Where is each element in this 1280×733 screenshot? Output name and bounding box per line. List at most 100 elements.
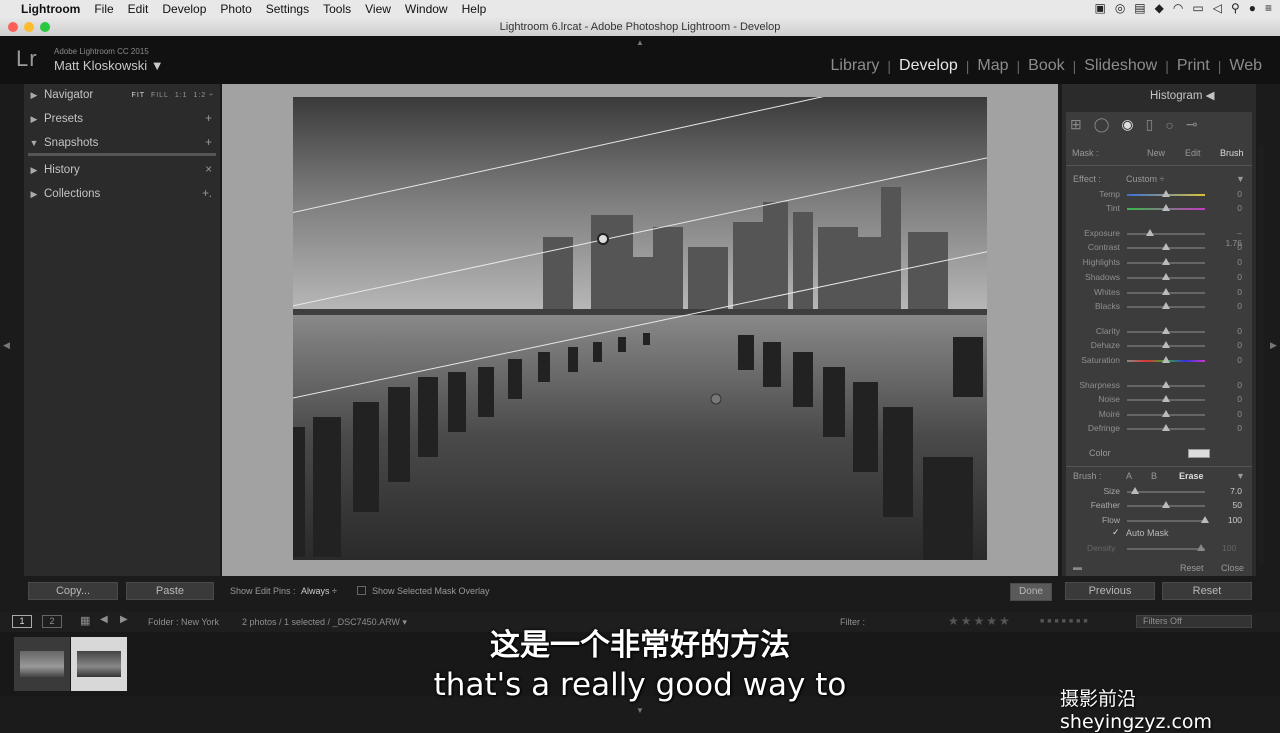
graduated-filter-tool-icon[interactable]: ▯	[1146, 116, 1154, 133]
slider-thumb-saturation[interactable]	[1162, 356, 1170, 363]
menu-view[interactable]: View	[358, 2, 398, 16]
brush-b-button[interactable]: B	[1151, 471, 1157, 481]
density-thumb[interactable]	[1197, 544, 1205, 551]
edit-pin-icon[interactable]	[597, 233, 609, 245]
right-panel-scrollbar[interactable]	[1258, 145, 1264, 565]
module-library[interactable]: Library	[823, 57, 888, 75]
effect-preset-select[interactable]: Custom ÷	[1126, 174, 1164, 184]
brush-collapse-icon[interactable]: ▼	[1236, 471, 1245, 481]
search-icon[interactable]: ⚲	[1231, 1, 1240, 15]
airplay-icon[interactable]: ▭	[1192, 1, 1203, 15]
slider-thumb-highlights[interactable]	[1162, 258, 1170, 265]
brush-thumb-feather[interactable]	[1162, 501, 1170, 508]
panel-switch-icon[interactable]: ▬	[1073, 562, 1082, 572]
slider-value-tint[interactable]: 0	[1220, 203, 1242, 213]
slider-thumb-moiré[interactable]	[1162, 410, 1170, 417]
navigator-header[interactable]: ▶ Navigator FIT FILL 1:1 1:2 ÷	[24, 84, 220, 106]
siri-icon[interactable]: ●	[1249, 1, 1256, 15]
zoom-fit[interactable]: FIT	[132, 92, 146, 99]
slider-thumb-contrast[interactable]	[1162, 243, 1170, 250]
effect-collapse-icon[interactable]: ▼	[1236, 174, 1245, 184]
brush-reset-button[interactable]: Reset	[1180, 563, 1204, 573]
histogram-header[interactable]: Histogram ◀	[1150, 88, 1214, 102]
camera-icon[interactable]: ▣	[1094, 1, 1105, 15]
previous-button[interactable]: Previous	[1065, 582, 1155, 600]
add-collection-icon[interactable]: +.	[202, 188, 212, 200]
top-panel-toggle-icon[interactable]: ▲	[636, 38, 644, 47]
brush-erase-button[interactable]: Erase	[1179, 471, 1204, 481]
slider-value-moiré[interactable]: 0	[1220, 409, 1242, 419]
slider-thumb-temp[interactable]	[1162, 190, 1170, 197]
history-header[interactable]: ▶ History ×	[24, 159, 220, 181]
done-button[interactable]: Done	[1010, 583, 1052, 601]
add-preset-icon[interactable]: +	[205, 113, 212, 125]
show-edit-pins-select[interactable]: Always ÷	[301, 586, 337, 596]
photo-preview[interactable]	[293, 97, 987, 560]
screen-icon[interactable]: ▤	[1134, 1, 1145, 15]
module-web[interactable]: Web	[1221, 57, 1270, 75]
module-book[interactable]: Book	[1020, 57, 1072, 75]
presets-header[interactable]: ▶ Presets +	[24, 108, 220, 130]
slider-thumb-shadows[interactable]	[1162, 273, 1170, 280]
density-slider[interactable]	[1127, 548, 1205, 550]
spot-removal-tool-icon[interactable]: ◯	[1094, 116, 1110, 133]
brush-thumb-flow[interactable]	[1201, 516, 1209, 523]
slider-track-exposure[interactable]	[1127, 233, 1205, 235]
collections-header[interactable]: ▶ Collections +.	[24, 183, 220, 205]
bottom-panel-toggle-icon[interactable]: ▼	[636, 706, 644, 715]
slider-thumb-noise[interactable]	[1162, 395, 1170, 402]
module-print[interactable]: Print	[1169, 57, 1218, 75]
paste-button[interactable]: Paste	[126, 582, 214, 600]
slider-thumb-defringe[interactable]	[1162, 424, 1170, 431]
reset-button[interactable]: Reset	[1162, 582, 1252, 600]
user-name[interactable]: Matt Kloskowski ▼	[54, 58, 164, 73]
wifi-icon[interactable]: ◠	[1173, 1, 1183, 15]
mask-overlay-checkbox[interactable]	[357, 586, 366, 595]
slider-value-shadows[interactable]: 0	[1220, 272, 1242, 282]
slider-value-defringe[interactable]: 0	[1220, 423, 1242, 433]
clear-history-icon[interactable]: ×	[205, 164, 212, 176]
right-panel-toggle-icon[interactable]: ▶	[1270, 340, 1277, 351]
app-menu[interactable]: Lightroom	[14, 2, 87, 16]
menu-help[interactable]: Help	[455, 2, 494, 16]
crop-tool-icon[interactable]: ⊞	[1070, 116, 1082, 133]
menu-settings[interactable]: Settings	[259, 2, 316, 16]
brush-slider-flow[interactable]	[1127, 520, 1205, 522]
module-map[interactable]: Map	[969, 57, 1016, 75]
close-window-icon[interactable]	[8, 22, 18, 32]
left-panel-toggle-icon[interactable]: ◀	[3, 340, 10, 351]
slider-value-temp[interactable]: 0	[1220, 189, 1242, 199]
slider-value-blacks[interactable]: 0	[1220, 301, 1242, 311]
slider-thumb-clarity[interactable]	[1162, 327, 1170, 334]
slider-thumb-tint[interactable]	[1162, 204, 1170, 211]
slider-thumb-dehaze[interactable]	[1162, 341, 1170, 348]
menu-develop[interactable]: Develop	[155, 2, 213, 16]
module-develop[interactable]: Develop	[891, 57, 966, 75]
zoom-1-1[interactable]: 1:1	[175, 92, 188, 99]
menu-photo[interactable]: Photo	[213, 2, 258, 16]
brush-value-flow[interactable]: 100	[1220, 515, 1242, 525]
slider-value-clarity[interactable]: 0	[1220, 326, 1242, 336]
minimize-window-icon[interactable]	[24, 22, 34, 32]
brush-a-button[interactable]: A	[1126, 471, 1132, 481]
brush-close-button[interactable]: Close	[1221, 563, 1244, 573]
menu-file[interactable]: File	[87, 2, 120, 16]
module-slideshow[interactable]: Slideshow	[1076, 57, 1165, 75]
mask-brush-button[interactable]: Brush	[1220, 148, 1244, 158]
creative-cloud-icon[interactable]: ◎	[1115, 1, 1125, 15]
slider-thumb-blacks[interactable]	[1162, 302, 1170, 309]
slider-value-saturation[interactable]: 0	[1220, 355, 1242, 365]
zoom-1-2[interactable]: 1:2 ÷	[193, 92, 214, 99]
brush-value-size[interactable]: 7.0	[1220, 486, 1242, 496]
slider-value-contrast[interactable]: 0	[1220, 242, 1242, 252]
brush-thumb-size[interactable]	[1130, 487, 1139, 494]
color-swatch[interactable]	[1188, 449, 1210, 458]
brush-value-feather[interactable]: 50	[1220, 500, 1242, 510]
menu-edit[interactable]: Edit	[121, 2, 156, 16]
slider-value-noise[interactable]: 0	[1220, 394, 1242, 404]
evernote-icon[interactable]: ◆	[1155, 1, 1164, 15]
menu-tools[interactable]: Tools	[316, 2, 358, 16]
copy-button[interactable]: Copy...	[28, 582, 118, 600]
red-eye-tool-icon[interactable]: ◉	[1121, 116, 1133, 133]
mask-edit-button[interactable]: Edit	[1185, 148, 1201, 158]
